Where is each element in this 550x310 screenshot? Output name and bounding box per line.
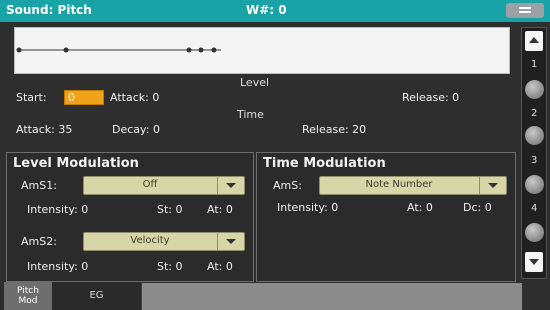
level-modulation-header: Level Modulation <box>13 156 139 171</box>
chevron-down-icon[interactable] <box>217 233 244 250</box>
time-modulation-panel: Time Modulation AmS: Note Number Intensi… <box>256 152 516 282</box>
level-section-label: Level <box>240 76 270 89</box>
page-mark-3: 3 <box>531 155 538 166</box>
page-knob-1[interactable] <box>525 80 544 99</box>
level-modulation-panel: Level Modulation AmS1: Off Intensity: 0 … <box>6 152 254 282</box>
start-value: 0 <box>68 91 75 104</box>
page-knob-2[interactable] <box>525 126 544 145</box>
level-release[interactable]: Release: 0 <box>402 91 459 104</box>
time-release[interactable]: Release: 20 <box>302 123 366 136</box>
time-at[interactable]: At: 0 <box>407 201 433 214</box>
window-title: Sound: Pitch <box>6 3 92 17</box>
chevron-down-icon[interactable] <box>217 177 244 194</box>
page-mark-4: 4 <box>531 203 538 214</box>
menu-button[interactable] <box>506 3 544 18</box>
time-attack[interactable]: Attack: 35 <box>16 123 72 136</box>
level-attack[interactable]: Attack: 0 <box>110 91 159 104</box>
ams1-value: Off <box>142 179 158 190</box>
page-knob-3[interactable] <box>525 175 544 194</box>
time-section-label: Time <box>237 108 264 121</box>
ams2-dropdown[interactable]: Velocity <box>83 232 245 251</box>
envelope-point[interactable] <box>16 47 22 53</box>
time-modulation-header: Time Modulation <box>263 156 386 171</box>
ams2-value: Velocity <box>130 235 170 246</box>
tab-pitch-label: Pitch <box>17 286 39 296</box>
top-bar: Sound: Pitch W#: 0 <box>0 0 550 22</box>
tab-bar-fill <box>142 283 522 310</box>
tab-mod-label: Mod <box>18 296 38 306</box>
page-mark-1: 1 <box>531 59 538 70</box>
envelope-graph-svg <box>16 47 221 53</box>
envelope-point[interactable] <box>186 47 192 53</box>
envelope-point[interactable] <box>198 47 204 53</box>
tab-pitch-mod[interactable]: Pitch Mod <box>4 282 52 310</box>
scroll-down-button[interactable] <box>525 252 543 272</box>
ams1-label: AmS1: <box>21 179 57 192</box>
ams-label: AmS: <box>273 179 302 192</box>
level-st-1[interactable]: St: 0 <box>157 203 183 216</box>
level-at-1[interactable]: At: 0 <box>207 203 233 216</box>
chevron-down-icon[interactable] <box>479 177 506 194</box>
envelope-graph[interactable] <box>14 27 510 74</box>
time-intensity[interactable]: Intensity: 0 <box>277 201 338 214</box>
arrow-up-icon <box>529 37 539 43</box>
envelope-point[interactable] <box>63 47 69 53</box>
tab-eg[interactable]: EG <box>52 282 142 310</box>
level-at-2[interactable]: At: 0 <box>207 260 233 273</box>
level-intensity-2[interactable]: Intensity: 0 <box>27 260 88 273</box>
tab-eg-label: EG <box>89 290 104 301</box>
level-intensity-1[interactable]: Intensity: 0 <box>27 203 88 216</box>
scroll-up-button[interactable] <box>525 31 543 51</box>
arrow-down-icon <box>529 259 539 265</box>
page-scroller[interactable]: 1 2 3 4 <box>521 27 547 279</box>
time-dc[interactable]: Dc: 0 <box>463 201 492 214</box>
wave-number: W#: 0 <box>246 3 287 17</box>
page-knob-4[interactable] <box>525 223 544 242</box>
page-mark-2: 2 <box>531 108 538 119</box>
menu-icon <box>519 7 531 9</box>
ams1-dropdown[interactable]: Off <box>83 176 245 195</box>
start-label: Start: <box>16 91 47 104</box>
ams2-label: AmS2: <box>21 235 57 248</box>
envelope-point[interactable] <box>211 47 217 53</box>
start-field[interactable]: 0 <box>64 90 104 105</box>
ams-value: Note Number <box>365 179 433 190</box>
level-st-2[interactable]: St: 0 <box>157 260 183 273</box>
time-decay[interactable]: Decay: 0 <box>112 123 160 136</box>
ams-dropdown[interactable]: Note Number <box>319 176 507 195</box>
